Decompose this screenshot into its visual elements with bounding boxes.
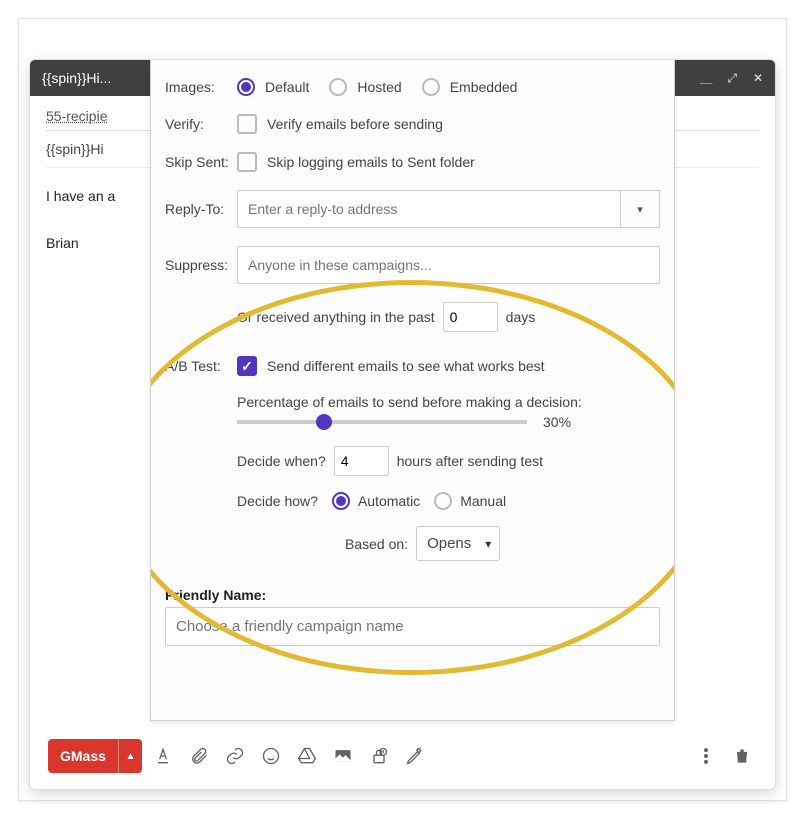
emoji-icon[interactable] — [256, 741, 286, 771]
close-icon[interactable]: ✕ — [753, 71, 763, 86]
reply-to-input[interactable] — [237, 190, 620, 228]
ab-test-checkbox[interactable] — [237, 356, 257, 376]
decide-how-automatic-radio[interactable] — [332, 492, 350, 510]
ab-test-label: A/B Test: — [165, 358, 237, 374]
decide-when-input[interactable] — [334, 446, 389, 476]
friendly-name-input[interactable] — [165, 607, 660, 646]
based-on-select[interactable]: Opens — [416, 526, 500, 561]
skip-sent-label: Skip Sent: — [165, 154, 237, 170]
reply-to-label: Reply-To: — [165, 201, 237, 217]
friendly-name-label: Friendly Name: — [165, 587, 660, 603]
caret-up-icon: ▲ — [125, 751, 135, 762]
image-icon[interactable] — [328, 741, 358, 771]
chevron-down-icon: ▾ — [637, 203, 643, 216]
expand-icon[interactable]: ⤢ — [727, 71, 737, 86]
settings-panel: Images: Default Hosted Embedded Verify: … — [150, 60, 675, 721]
trash-icon[interactable] — [727, 741, 757, 771]
suppress-or-text-post: days — [506, 309, 536, 325]
decide-when-suffix: hours after sending test — [397, 453, 543, 469]
confidential-icon[interactable] — [364, 741, 394, 771]
gmass-dropdown[interactable]: ▲ — [118, 739, 142, 773]
skip-sent-text: Skip logging emails to Sent folder — [267, 154, 475, 170]
more-options-icon[interactable] — [691, 741, 721, 771]
link-icon[interactable] — [220, 741, 250, 771]
verify-label: Verify: — [165, 116, 237, 132]
minimize-icon[interactable]: __ — [700, 71, 711, 86]
slider-thumb[interactable] — [316, 414, 332, 430]
images-label: Images: — [165, 79, 237, 95]
pen-icon[interactable] — [400, 741, 430, 771]
images-embedded-radio[interactable] — [422, 78, 440, 96]
suppress-days-input[interactable] — [443, 302, 498, 332]
reply-to-dropdown[interactable]: ▾ — [620, 190, 660, 228]
verify-text: Verify emails before sending — [267, 116, 443, 132]
decide-how-manual-text: Manual — [460, 493, 506, 509]
images-default-radio[interactable] — [237, 78, 255, 96]
decide-how-automatic-text: Automatic — [358, 493, 420, 509]
gmass-button[interactable]: GMass — [48, 739, 118, 773]
compose-title: {{spin}}Hi... — [42, 70, 111, 86]
decide-how-label: Decide how? — [237, 493, 318, 509]
ab-percent-slider[interactable] — [237, 420, 527, 424]
ab-percent-label: Percentage of emails to send before maki… — [237, 394, 582, 410]
images-hosted-radio[interactable] — [329, 78, 347, 96]
drive-icon[interactable] — [292, 741, 322, 771]
images-default-text: Default — [265, 79, 309, 95]
suppress-label: Suppress: — [165, 257, 237, 273]
ab-percent-value: 30% — [543, 414, 571, 430]
verify-checkbox[interactable] — [237, 114, 257, 134]
skip-sent-checkbox[interactable] — [237, 152, 257, 172]
attach-icon[interactable] — [184, 741, 214, 771]
compose-toolbar: GMass ▲ — [40, 731, 765, 781]
decide-when-label: Decide when? — [237, 453, 326, 469]
decide-how-manual-radio[interactable] — [434, 492, 452, 510]
ab-test-text: Send different emails to see what works … — [267, 358, 545, 374]
images-hosted-text: Hosted — [357, 79, 401, 95]
images-embedded-text: Embedded — [450, 79, 518, 95]
suppress-or-text-pre: Or received anything in the past — [237, 309, 435, 325]
suppress-input[interactable] — [237, 246, 660, 284]
based-on-label: Based on: — [345, 536, 408, 552]
text-format-icon[interactable] — [148, 741, 178, 771]
